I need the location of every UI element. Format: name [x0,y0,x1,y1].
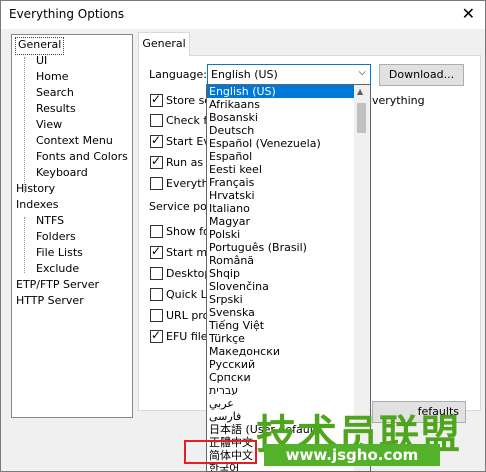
language-label: Language: [149,68,207,81]
language-option[interactable]: Македонски [207,345,355,358]
language-option[interactable]: Русский [207,358,355,371]
language-option[interactable]: Tiếng Việt [207,319,355,332]
url-protocol-checkbox[interactable] [150,309,163,322]
language-option[interactable]: Türkçe [207,332,355,345]
tree-item-ntfs[interactable]: NTFS [36,213,64,229]
language-option[interactable]: Deutsch [207,124,355,137]
store-settings-checkbox[interactable] [150,92,163,107]
show-folder-checkbox[interactable] [150,225,163,238]
language-option[interactable]: Svenska [207,306,355,319]
check-updates-checkbox[interactable] [150,114,163,127]
desktop-label: Desktop [166,267,212,280]
start-menu-checkbox[interactable] [150,244,163,259]
desktop-checkbox[interactable] [150,267,163,280]
run-as-admin-checkbox[interactable] [150,154,163,169]
language-option[interactable]: Hrvatski [207,189,355,202]
tree-item-search[interactable]: Search [36,85,74,101]
tree-item-ftp-server[interactable]: ETP/FTP Server [16,277,99,293]
scroll-up-icon[interactable]: ▲ [357,87,363,96]
tab-general[interactable]: General [138,32,190,56]
language-option[interactable]: Português (Brasil) [207,241,355,254]
language-option[interactable]: Română [207,254,355,267]
tree-item-file-lists[interactable]: File Lists [36,245,83,261]
tree-item-http-server[interactable]: HTTP Server [16,293,84,309]
language-option[interactable]: Bosanski [207,111,355,124]
language-option[interactable]: Español (Venezuela) [207,137,355,150]
language-option[interactable]: Español [207,150,355,163]
language-option[interactable]: עברית [207,384,355,397]
tree-item-indexes[interactable]: Indexes [16,197,58,213]
store-settings-label-tail: verything [372,94,425,107]
store-settings-label: Store se [166,94,212,107]
highlight-box [184,440,257,464]
close-icon[interactable]: ✕ [462,5,475,23]
language-option[interactable]: Polski [207,228,355,241]
tree-item-history[interactable]: History [16,181,55,197]
start-everything-checkbox[interactable] [150,133,163,148]
scrollbar-thumb[interactable] [357,103,366,133]
language-option[interactable]: Eesti keel [207,163,355,176]
language-option[interactable]: Shqip [207,267,355,280]
efu-file-association-checkbox[interactable] [150,328,163,343]
language-select-value: English (US) [211,68,278,81]
language-select[interactable]: English (US) ⌵ [207,64,371,85]
language-option[interactable]: Magyar [207,215,355,228]
tree-connector [24,217,25,273]
language-option[interactable]: Afrikaans [207,98,355,111]
quick-launch-checkbox[interactable] [150,288,163,301]
tree-item-fonts-and-colors[interactable]: Fonts and Colors [36,149,128,165]
language-option[interactable]: Français [207,176,355,189]
tree-item-keyboard[interactable]: Keyboard [36,165,88,181]
language-option[interactable]: Srpski [207,293,355,306]
tree-connector [24,57,25,193]
everything-service-checkbox[interactable] [150,177,163,190]
language-option[interactable]: English (US) [207,85,355,98]
options-tree: General UI Home Search Results View Cont… [11,34,133,418]
chevron-down-icon: ⌵ [358,67,366,78]
tree-item-results[interactable]: Results [36,101,76,117]
download-button[interactable]: Download... [379,64,464,86]
tree-item-view[interactable]: View [36,117,62,133]
language-option[interactable]: Slovenčina [207,280,355,293]
language-option[interactable]: Italiano [207,202,355,215]
window-title: Everything Options [9,7,125,21]
watermark-url: www.jsgho.com [264,444,440,466]
title-bar: Everything Options ✕ [1,1,485,29]
tree-item-context-menu[interactable]: Context Menu [36,133,113,149]
tree-item-exclude[interactable]: Exclude [36,261,79,277]
tree-item-folders[interactable]: Folders [36,229,76,245]
language-option[interactable]: Српски [207,371,355,384]
tree-item-ui[interactable]: UI [36,53,47,69]
tree-item-home[interactable]: Home [36,69,68,85]
